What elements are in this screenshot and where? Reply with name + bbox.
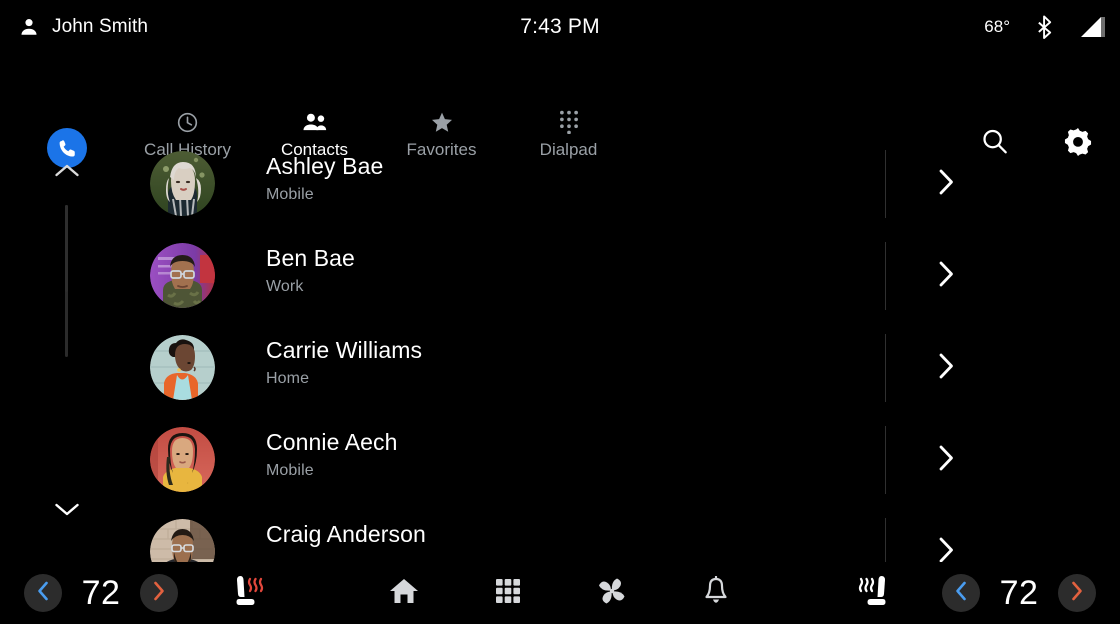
chevron-right-icon [938, 536, 955, 563]
chevron-right-icon [938, 168, 955, 201]
contact-label: Work [266, 277, 304, 295]
avatar [150, 243, 215, 308]
notifications-button[interactable] [693, 571, 739, 615]
contact-info: Craig Anderson [266, 520, 426, 554]
passenger-temperature-value: 72 [999, 573, 1039, 612]
contact-details-button[interactable] [930, 506, 1120, 562]
climate-button[interactable] [589, 571, 635, 615]
clock-icon [176, 110, 199, 134]
fan-icon [595, 575, 629, 612]
passenger-heated-seat-button[interactable] [854, 572, 894, 615]
contact-label: Mobile [266, 185, 314, 203]
contacts-list[interactable]: Ashley Bae Mobile Ben Bae Work Carrie Wi… [0, 138, 1120, 562]
contact-row[interactable]: • Connie Aech Mobile [0, 414, 1120, 506]
bell-icon [702, 575, 730, 611]
row-divider [885, 334, 886, 402]
status-clock: 7:43 PM [520, 15, 600, 38]
contact-info: Connie Aech Mobile [266, 428, 398, 480]
row-divider [885, 150, 886, 218]
passenger-temp-decrease-button[interactable] [942, 574, 980, 612]
status-bar: John Smith 7:43 PM 68° [0, 0, 1120, 54]
chevron-right-icon [938, 444, 955, 477]
row-divider [885, 426, 886, 494]
contact-details-button[interactable] [930, 414, 1120, 506]
home-icon [389, 577, 419, 610]
avatar: • [150, 427, 215, 492]
row-divider [885, 242, 886, 310]
avatar [150, 151, 215, 216]
contact-name: Connie Aech [266, 429, 398, 455]
bluetooth-icon [1034, 15, 1056, 39]
star-icon [430, 110, 454, 134]
contact-info: Ben Bae Work [266, 244, 355, 296]
chevron-right-icon [938, 352, 955, 385]
chevron-right-icon [1070, 581, 1084, 606]
contact-row[interactable]: Ben Bae Work [0, 230, 1120, 322]
contact-name: Craig Anderson [266, 521, 426, 547]
contact-details-button[interactable] [930, 230, 1120, 322]
chevron-left-icon [954, 581, 968, 606]
signal-strength-icon [1080, 16, 1106, 38]
home-button[interactable] [381, 571, 427, 615]
people-icon [302, 110, 328, 134]
passenger-temp-increase-button[interactable] [1058, 574, 1096, 612]
chevron-right-icon [938, 260, 955, 293]
contact-name: Ashley Bae [266, 153, 384, 179]
contact-name: Carrie Williams [266, 337, 423, 363]
passenger-climate-control: 72 [942, 574, 1096, 613]
apps-grid-icon [494, 577, 522, 610]
contact-details-button[interactable] [930, 138, 1120, 230]
row-divider [885, 518, 886, 562]
apps-button[interactable] [485, 571, 531, 615]
app-tab-bar: Call History Contacts Favorites Dialpad [0, 54, 1120, 168]
contact-label: Mobile [266, 461, 314, 479]
contact-details-button[interactable] [930, 322, 1120, 414]
contact-label: Home [266, 369, 310, 387]
heated-seat-icon [854, 575, 894, 614]
dialpad-icon [558, 110, 580, 134]
infotainment-screen: John Smith 7:43 PM 68° Call History Cont… [0, 0, 1120, 624]
status-bar-indicators: 68° [984, 15, 1106, 39]
contact-name: Ben Bae [266, 245, 355, 271]
outside-temperature: 68° [984, 17, 1010, 36]
contact-row[interactable]: Ashley Bae Mobile [0, 138, 1120, 230]
contact-info: Carrie Williams Home [266, 336, 422, 388]
avatar [150, 519, 215, 562]
bottom-navigation-bar: 72 72 [0, 562, 1120, 624]
contact-info: Ashley Bae Mobile [266, 152, 383, 204]
contact-row[interactable]: Craig Anderson [0, 506, 1120, 562]
avatar [150, 335, 215, 400]
contact-row[interactable]: Carrie Williams Home [0, 322, 1120, 414]
